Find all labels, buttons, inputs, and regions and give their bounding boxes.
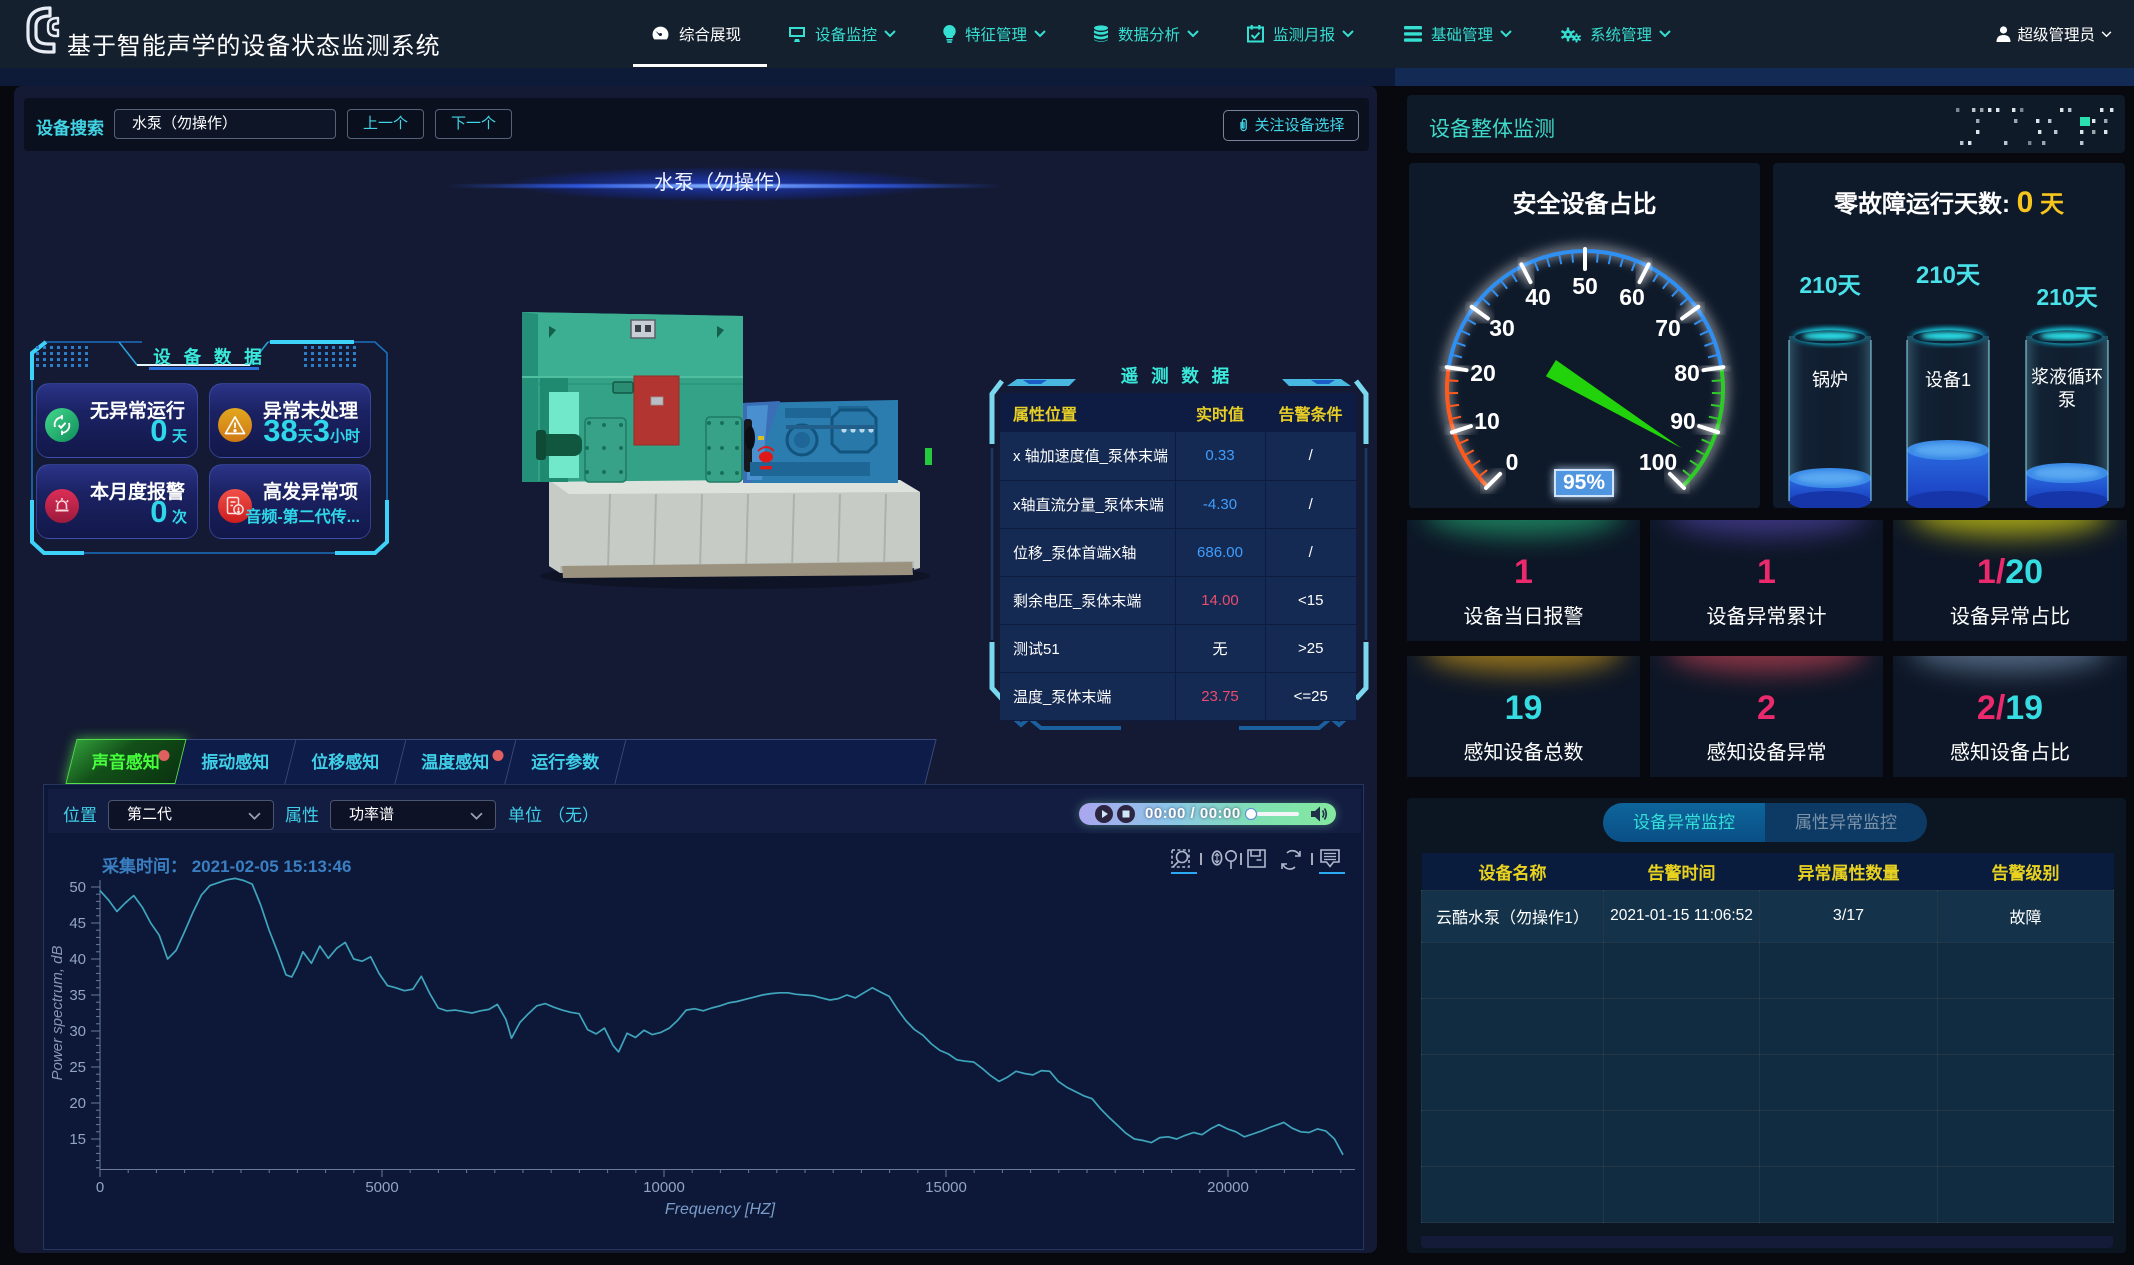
svg-text:10000: 10000 (643, 1179, 685, 1196)
svg-text:50: 50 (1572, 273, 1598, 299)
svg-text:10: 10 (1474, 408, 1500, 434)
svg-text:45: 45 (69, 915, 86, 932)
svg-text:20: 20 (1470, 360, 1496, 386)
svg-text:0: 0 (1506, 449, 1519, 475)
svg-text:25: 25 (69, 1059, 86, 1076)
svg-text:40: 40 (1525, 284, 1551, 310)
svg-text:15000: 15000 (925, 1179, 967, 1196)
svg-text:15: 15 (69, 1131, 86, 1148)
svg-text:80: 80 (1674, 360, 1700, 386)
svg-text:70: 70 (1655, 315, 1681, 341)
svg-text:0: 0 (96, 1179, 104, 1196)
svg-text:Frequency [HZ]: Frequency [HZ] (665, 1201, 776, 1218)
svg-text:100: 100 (1639, 449, 1677, 475)
svg-text:20000: 20000 (1207, 1179, 1249, 1196)
svg-text:90: 90 (1670, 408, 1696, 434)
svg-text:20: 20 (69, 1095, 86, 1112)
svg-text:35: 35 (69, 987, 86, 1004)
svg-text:50: 50 (69, 879, 86, 896)
svg-text:30: 30 (69, 1023, 86, 1040)
svg-text:5000: 5000 (365, 1179, 398, 1196)
svg-text:60: 60 (1619, 284, 1645, 310)
svg-text:Power spectrum, dB: Power spectrum, dB (49, 945, 66, 1080)
svg-text:30: 30 (1489, 315, 1515, 341)
svg-text:40: 40 (69, 951, 86, 968)
